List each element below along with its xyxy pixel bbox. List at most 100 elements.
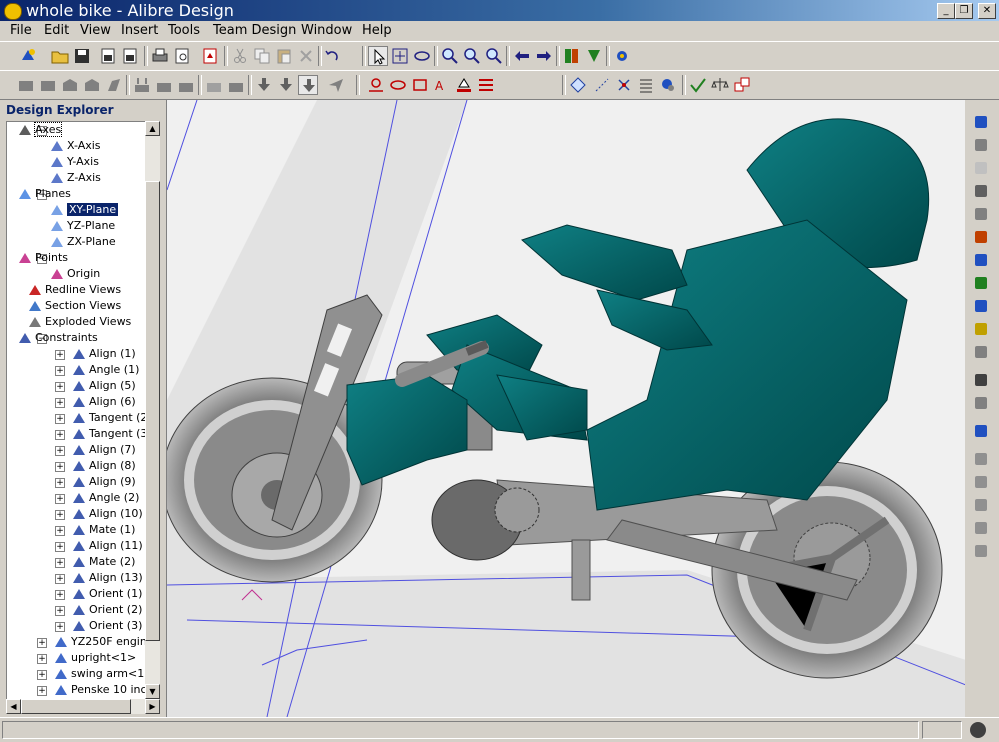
tree-expander[interactable]: + (55, 558, 65, 568)
select-icon[interactable] (368, 46, 388, 66)
cut-icon[interactable] (230, 46, 250, 66)
fill-icon[interactable] (454, 75, 474, 95)
tree-expander[interactable]: + (55, 622, 65, 632)
constraint-tool-icon[interactable] (562, 46, 582, 66)
axis-tool-icon[interactable] (592, 75, 612, 95)
tree-item[interactable]: + Align (9) (7, 474, 146, 490)
tree-item[interactable]: + Align (7) (7, 442, 146, 458)
text-icon[interactable]: A (432, 75, 452, 95)
app-icon[interactable] (4, 3, 22, 20)
front-view-icon[interactable] (971, 135, 991, 155)
bottom-view-icon[interactable] (971, 296, 991, 316)
scroll-down-button[interactable]: ▼ (145, 684, 160, 699)
tree-item[interactable]: X-Axis (7, 138, 146, 154)
bike-model-render[interactable] (161, 99, 967, 718)
print-preview-icon[interactable] (172, 46, 192, 66)
scroll-thumb[interactable] (145, 181, 160, 641)
tree-item[interactable]: + Orient (2) (7, 602, 146, 618)
menu-window[interactable]: Window (301, 23, 352, 38)
tree-expander[interactable]: + (55, 350, 65, 360)
tree-item[interactable]: + Mate (1) (7, 522, 146, 538)
forward-icon[interactable] (534, 46, 554, 66)
balance-icon[interactable] (710, 75, 730, 95)
line-style-icon[interactable] (476, 75, 496, 95)
tree-item[interactable]: − Axes (7, 122, 146, 138)
tree-expander[interactable]: + (55, 590, 65, 600)
menu-tools[interactable]: Tools (168, 23, 200, 38)
tree-expander[interactable]: + (55, 366, 65, 376)
solid-icon[interactable] (16, 75, 36, 95)
tree-item[interactable]: + Align (11) (7, 538, 146, 554)
menu-file[interactable]: File (10, 23, 32, 38)
insert-3-icon[interactable] (298, 75, 318, 95)
properties-icon[interactable] (98, 46, 118, 66)
explode-4-icon[interactable] (971, 518, 991, 538)
menu-help[interactable]: Help (362, 23, 392, 38)
component-icon[interactable] (658, 75, 678, 95)
tree-item[interactable]: + Tangent (2 (7, 410, 146, 426)
shaded-view-icon[interactable] (971, 204, 991, 224)
design-explorer-tree[interactable]: − Axes X-Axis Y-Axis Z-Axis − Planes XY-Plane YZ… (6, 121, 147, 701)
layers-icon[interactable] (732, 75, 752, 95)
minimize-button[interactable]: _ (937, 3, 955, 19)
app-settings-icon[interactable] (612, 46, 632, 66)
tree-expander[interactable]: + (55, 574, 65, 584)
tree-expander[interactable]: + (37, 638, 47, 648)
restore-button[interactable]: ❐ (955, 3, 973, 19)
tree-item[interactable]: Exploded Views (7, 314, 146, 330)
tree-item[interactable]: + Align (1) (7, 346, 146, 362)
menu-insert[interactable]: Insert (121, 23, 158, 38)
tree-expander[interactable]: + (55, 542, 65, 552)
tree-item[interactable]: + Align (13) (7, 570, 146, 586)
zoom-fit-icon[interactable] (484, 46, 504, 66)
rotate-part-icon[interactable] (226, 75, 246, 95)
mirror-icon[interactable] (154, 75, 174, 95)
tree-expander[interactable]: + (37, 670, 47, 680)
tree-item[interactable]: + Align (10) (7, 506, 146, 522)
tree-item[interactable]: ZX-Plane (7, 234, 146, 250)
tree-expander[interactable]: + (37, 686, 47, 696)
tree-item[interactable]: + Orient (1) (7, 586, 146, 602)
explode-3-icon[interactable] (971, 495, 991, 515)
tree-item[interactable]: Redline Views (7, 282, 146, 298)
undo-icon[interactable] (322, 46, 342, 66)
send-icon[interactable] (326, 75, 346, 95)
explode-2-icon[interactable] (971, 472, 991, 492)
scroll-up-button[interactable]: ▲ (145, 121, 160, 136)
hscroll-thumb[interactable] (21, 699, 131, 714)
top-view-icon[interactable] (971, 273, 991, 293)
copy-icon[interactable] (252, 46, 272, 66)
tree-horizontal-scrollbar[interactable]: ◀ ▶ (6, 699, 160, 714)
tree-expander[interactable]: + (55, 526, 65, 536)
tree-item[interactable]: − Points (7, 250, 146, 266)
tree-item[interactable]: Y-Axis (7, 154, 146, 170)
tree-expander[interactable]: + (55, 606, 65, 616)
zoom-in-icon[interactable] (440, 46, 460, 66)
fillet-icon[interactable] (82, 75, 102, 95)
rectangle-icon[interactable] (410, 75, 430, 95)
delete-icon[interactable] (296, 46, 316, 66)
tree-item[interactable]: Section Views (7, 298, 146, 314)
spin-icon[interactable] (971, 393, 991, 413)
tree-expander[interactable]: + (55, 446, 65, 456)
tree-expander[interactable]: + (55, 430, 65, 440)
pan-icon[interactable] (390, 46, 410, 66)
save-icon[interactable] (72, 46, 92, 66)
back-icon[interactable] (512, 46, 532, 66)
menu-edit[interactable]: Edit (44, 23, 69, 38)
tree-expander[interactable]: + (55, 398, 65, 408)
tree-item[interactable]: + YZ250F engine (7, 634, 146, 650)
split-icon[interactable] (176, 75, 196, 95)
tree-expander[interactable]: + (55, 510, 65, 520)
paste-icon[interactable] (274, 46, 294, 66)
tree-item[interactable]: − Planes (7, 186, 146, 202)
point-tool-icon[interactable] (614, 75, 634, 95)
new-icon[interactable] (18, 46, 38, 66)
tree-expander[interactable]: + (55, 414, 65, 424)
properties-2-icon[interactable] (120, 46, 140, 66)
scroll-right-button[interactable]: ▶ (145, 699, 160, 714)
feature-icon[interactable] (38, 75, 58, 95)
print-icon[interactable] (150, 46, 170, 66)
tree-item[interactable]: + Orient (3) (7, 618, 146, 634)
tree-expander[interactable]: + (55, 462, 65, 472)
